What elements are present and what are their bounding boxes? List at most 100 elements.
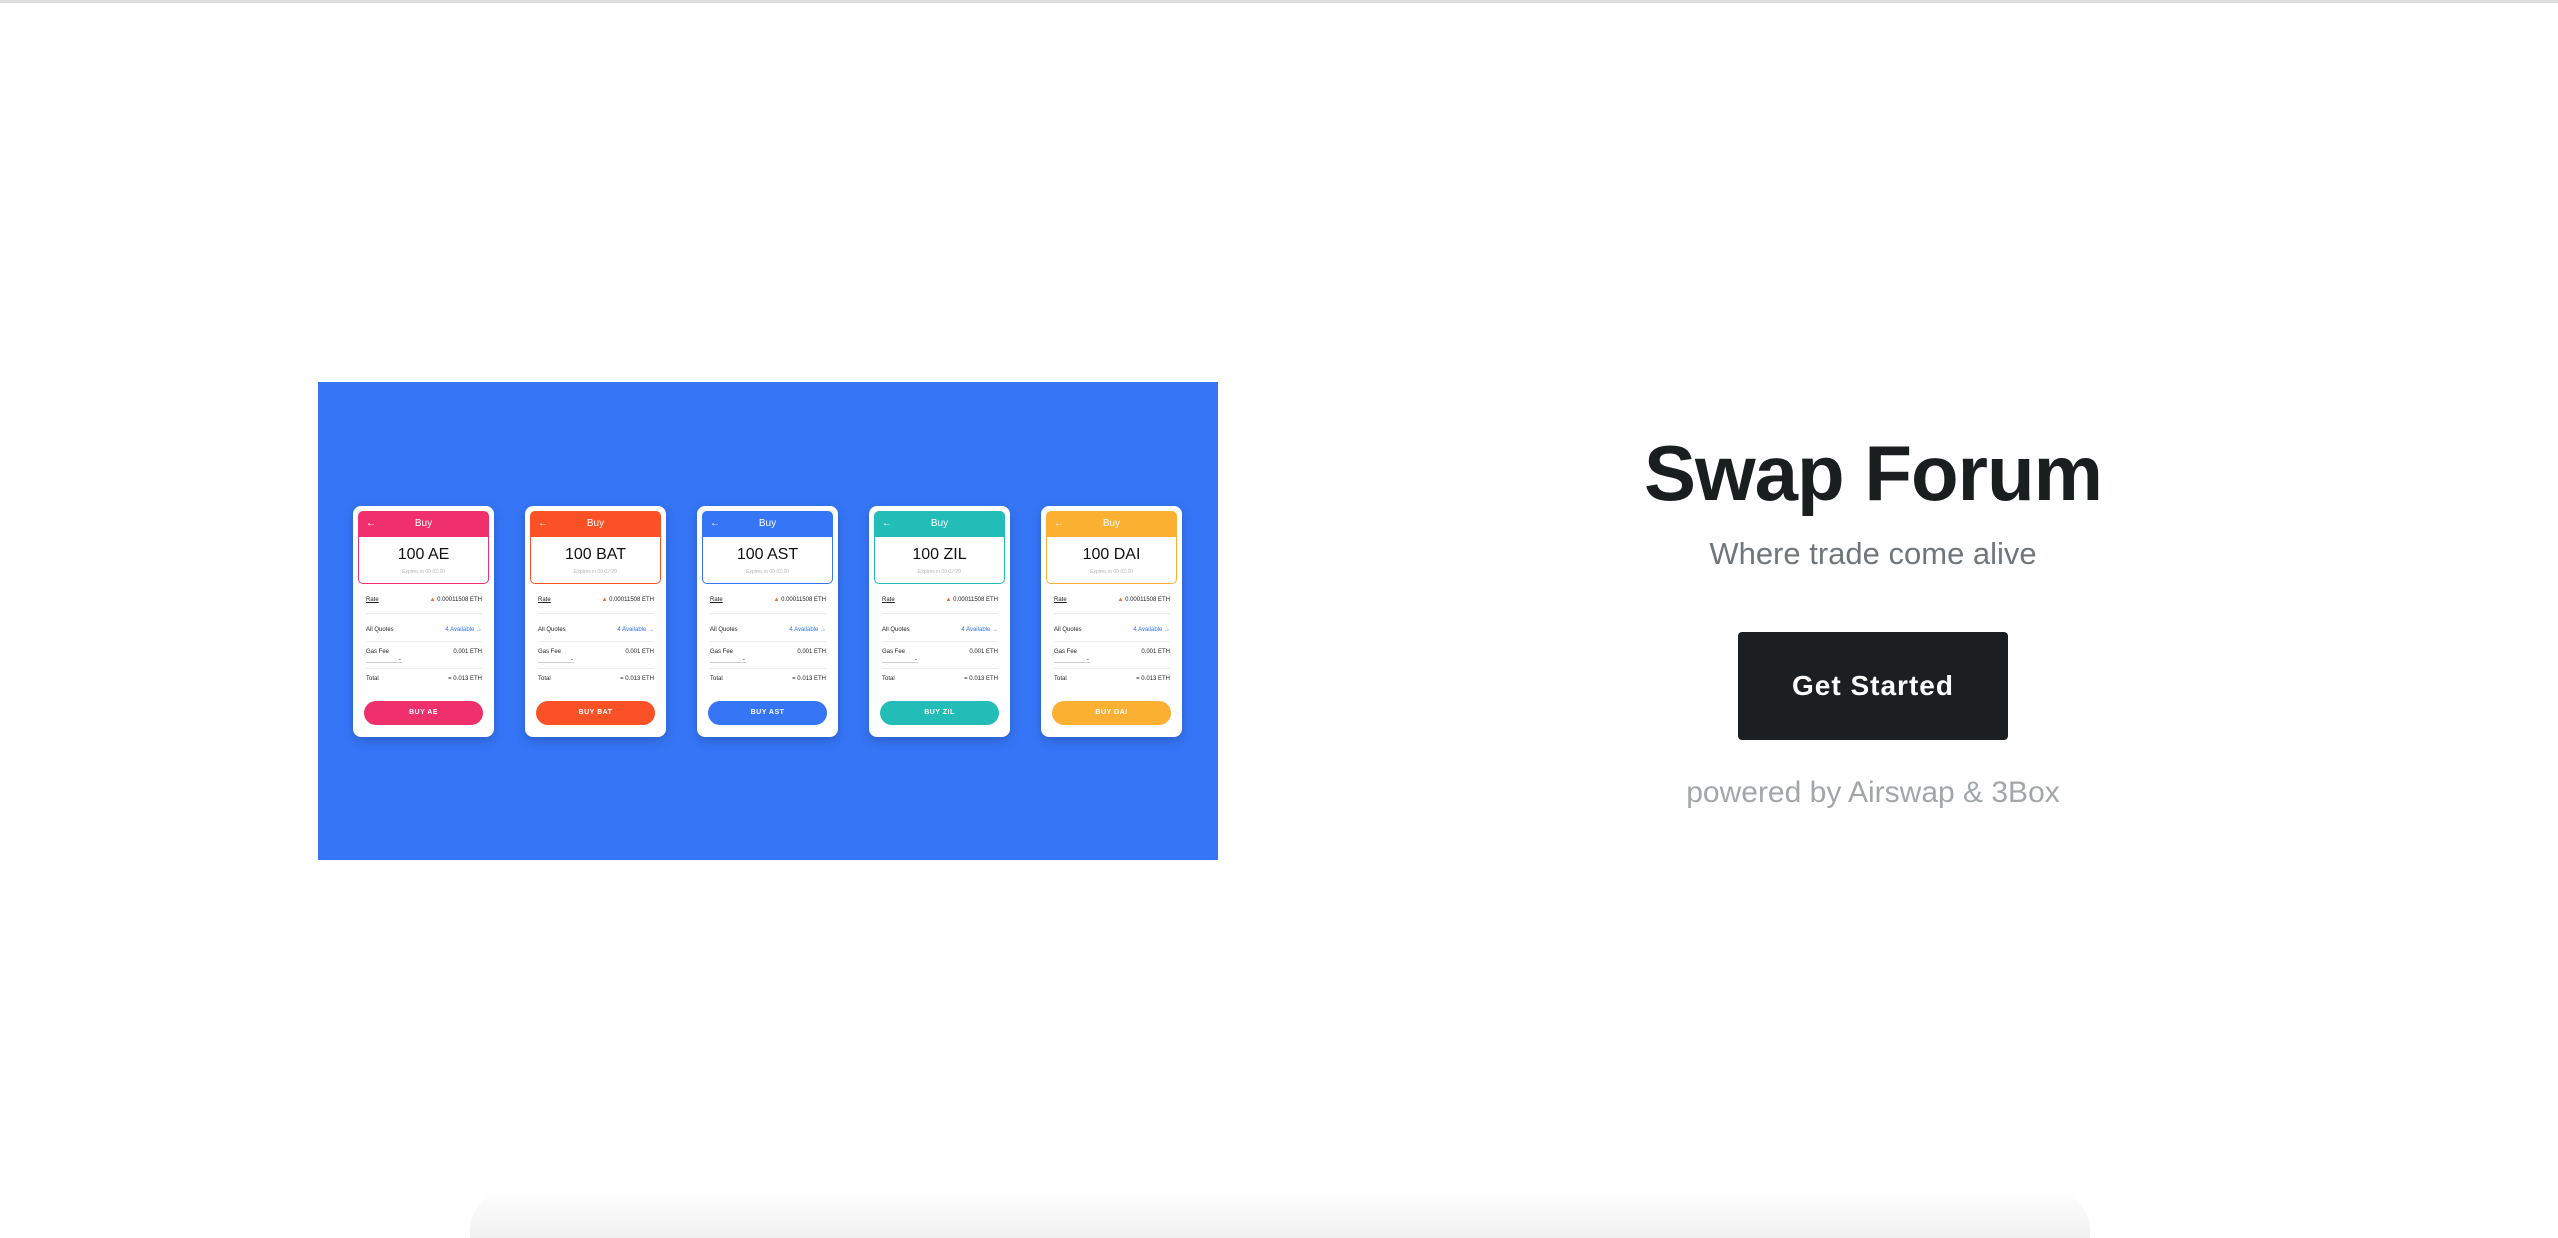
rate-row: Rate ▲ 0.00011508 ETH	[1054, 597, 1170, 609]
buy-card: ← Buy 100 BAT Expires in 00:02:20 Rate ▲ 0.00…	[525, 506, 666, 737]
buy-button: BUY DAI	[1052, 701, 1171, 725]
buy-card: ← Buy 100 DAI Expires in 00:02:20 Rate ▲ 0.00…	[1041, 506, 1182, 737]
divider	[538, 641, 654, 642]
quotes-row[interactable]: All Quotes 4 Available →	[538, 627, 654, 639]
rate-label: Rate	[538, 597, 551, 603]
total-row: Total = 0.013 ETH	[538, 676, 654, 688]
amount-box: 100 AE Expires in 00:02:20	[358, 537, 489, 584]
rate-row: Rate ▲ 0.00011508 ETH	[710, 597, 826, 609]
powered-by-text: powered by Airswap & 3Box	[1686, 776, 2060, 809]
divider	[882, 613, 998, 614]
divider	[1054, 668, 1170, 669]
card-amount: 100 AE	[397, 546, 450, 563]
quotes-row[interactable]: All Quotes 4 Available →	[710, 627, 826, 639]
card-expires: Expires in 00:02:20	[574, 569, 617, 575]
chevron-down-icon[interactable]: ⌄	[710, 656, 746, 663]
card-expires: Expires in 00:02:20	[1090, 569, 1133, 575]
card-header-label: Buy	[1102, 518, 1121, 529]
rate-label: Rate	[1054, 597, 1067, 603]
divider	[366, 641, 482, 642]
page-title: Swap Forum	[1643, 429, 2103, 517]
card-amount: 100 AST	[736, 546, 799, 563]
get-started-button[interactable]: Get Started	[1738, 632, 2008, 740]
total-label: Total	[882, 676, 895, 682]
card-header: ← Buy	[874, 511, 1005, 537]
arrow-left-icon: ←	[710, 518, 720, 529]
arrow-left-icon: ←	[882, 518, 892, 529]
chevron-down-icon[interactable]: ⌄	[1054, 656, 1090, 663]
amount-box: 100 BAT Expires in 00:02:20	[530, 537, 661, 584]
arrow-right-icon: →	[1164, 627, 1170, 633]
card-header-label: Buy	[758, 518, 777, 529]
card-expires: Expires in 00:02:20	[402, 569, 445, 575]
total-label: Total	[1054, 676, 1067, 682]
total-row: Total = 0.013 ETH	[1054, 676, 1170, 688]
card-header-label: Buy	[586, 518, 605, 529]
quotes-value[interactable]: 4 Available →	[1133, 627, 1170, 633]
gas-label: Gas Fee	[710, 649, 734, 655]
rate-value: ▲ 0.00011508 ETH	[429, 597, 482, 603]
chevron-down-icon[interactable]: ⌄	[882, 656, 918, 663]
gas-label: Gas Fee	[882, 649, 906, 655]
card-header-label: Buy	[414, 518, 433, 529]
quotes-value[interactable]: 4 Available →	[445, 627, 482, 633]
rate-value: ▲ 0.00011508 ETH	[773, 597, 826, 603]
card-amount: 100 ZIL	[912, 546, 967, 563]
card-header: ← Buy	[702, 511, 833, 537]
quotes-value[interactable]: 4 Available →	[617, 627, 654, 633]
fire-icon: ▲	[1117, 597, 1124, 603]
rate-value: ▲ 0.00011508 ETH	[945, 597, 998, 603]
divider	[1054, 613, 1170, 614]
buy-card: ← Buy 100 ZIL Expires in 00:02:20 Rate ▲ 0.00…	[869, 506, 1010, 737]
card-header-label: Buy	[930, 518, 949, 529]
chevron-down-icon[interactable]: ⌄	[538, 656, 574, 663]
card-expires: Expires in 00:02:20	[918, 569, 961, 575]
total-row: Total = 0.013 ETH	[710, 676, 826, 688]
card-header: ← Buy	[1046, 511, 1177, 537]
rate-row: Rate ▲ 0.00011508 ETH	[366, 597, 482, 609]
quotes-value[interactable]: 4 Available →	[789, 627, 826, 633]
buy-button: BUY AE	[364, 701, 483, 725]
quotes-value[interactable]: 4 Available →	[961, 627, 998, 633]
total-label: Total	[710, 676, 723, 682]
rate-value: ▲ 0.00011508 ETH	[601, 597, 654, 603]
total-row: Total = 0.013 ETH	[366, 676, 482, 688]
gas-label: Gas Fee	[1054, 649, 1078, 655]
divider	[882, 641, 998, 642]
page-subtitle: Where trade come alive	[1709, 536, 2037, 571]
rate-row: Rate ▲ 0.00011508 ETH	[882, 597, 998, 609]
total-value: = 0.013 ETH	[1136, 676, 1170, 682]
quotes-label: All Quotes	[1054, 627, 1082, 633]
divider	[366, 668, 482, 669]
divider	[1054, 641, 1170, 642]
buy-card: ← Buy 100 AST Expires in 00:02:20 Rate ▲ 0.00…	[697, 506, 838, 737]
chevron-down-icon[interactable]: ⌄	[366, 656, 402, 663]
amount-box: 100 AST Expires in 00:02:20	[702, 537, 833, 584]
fire-icon: ▲	[601, 597, 608, 603]
card-header: ← Buy	[358, 511, 489, 537]
divider	[538, 613, 654, 614]
quotes-label: All Quotes	[366, 627, 394, 633]
buy-button: BUY ZIL	[880, 701, 999, 725]
gas-value: 0.001 ETH	[625, 649, 654, 655]
amount-box: 100 ZIL Expires in 00:02:20	[874, 537, 1005, 584]
total-label: Total	[538, 676, 551, 682]
quotes-label: All Quotes	[882, 627, 910, 633]
buy-card: ← Buy 100 AE Expires in 00:02:20 Rate ▲ 0.000…	[353, 506, 494, 737]
arrow-right-icon: →	[648, 627, 654, 633]
arrow-right-icon: →	[476, 627, 482, 633]
buy-button: BUY AST	[708, 701, 827, 725]
hero-illustration: ← Buy 100 AE Expires in 00:02:20 Rate ▲ 0.000…	[318, 382, 1218, 860]
amount-box: 100 DAI Expires in 00:02:20	[1046, 537, 1177, 584]
arrow-left-icon: ←	[1054, 518, 1064, 529]
gas-value: 0.001 ETH	[797, 649, 826, 655]
gas-value: 0.001 ETH	[1141, 649, 1170, 655]
fire-icon: ▲	[945, 597, 952, 603]
rate-row: Rate ▲ 0.00011508 ETH	[538, 597, 654, 609]
divider	[882, 668, 998, 669]
fire-icon: ▲	[429, 597, 436, 603]
quotes-row[interactable]: All Quotes 4 Available →	[366, 627, 482, 639]
quotes-row[interactable]: All Quotes 4 Available →	[1054, 627, 1170, 639]
buy-button: BUY BAT	[536, 701, 655, 725]
quotes-row[interactable]: All Quotes 4 Available →	[882, 627, 998, 639]
